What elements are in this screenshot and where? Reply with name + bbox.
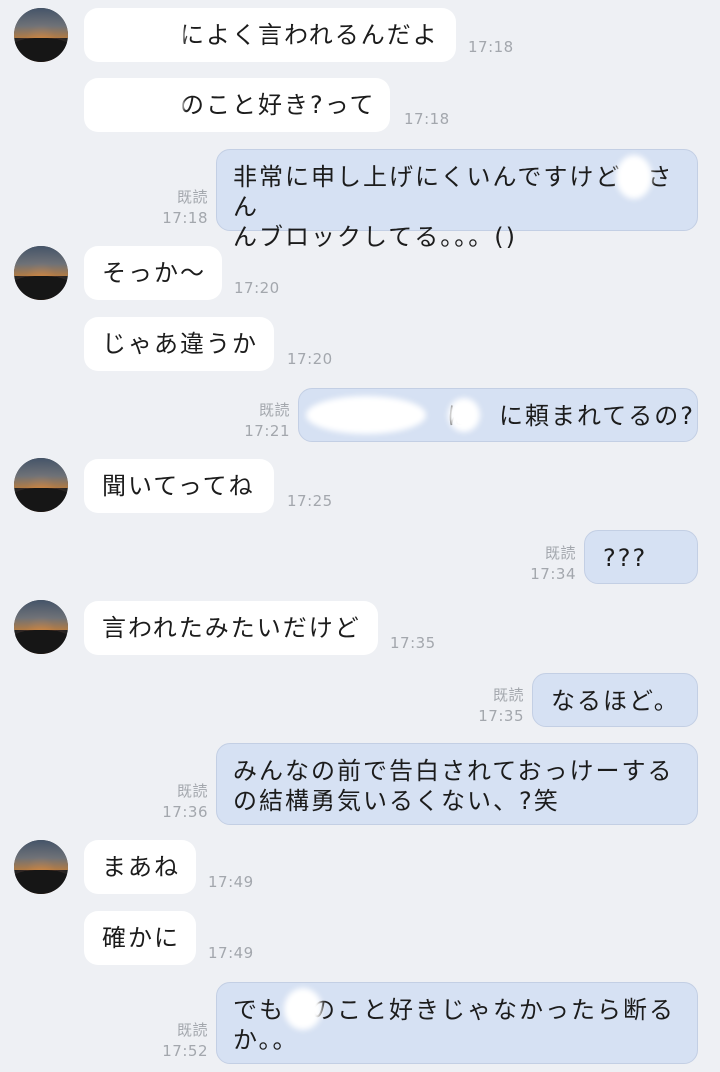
read-receipt: 既読 17:35	[478, 686, 524, 725]
message-text: じゃあ違うか	[102, 330, 258, 358]
message-bubble[interactable]: そっか〜	[84, 246, 222, 300]
message-text: 非常に申し上げにくいんですけど さん んブロックしてる。。。()	[233, 163, 674, 251]
redaction-mark	[616, 155, 652, 199]
redaction-mark	[448, 398, 480, 432]
message-time: 17:49	[208, 873, 254, 891]
message-time: 17:20	[287, 350, 333, 368]
message-bubble[interactable]: 確かに	[84, 911, 196, 965]
contact-avatar[interactable]	[14, 840, 68, 894]
message-bubble[interactable]: なるほど。	[532, 673, 698, 727]
message-time: 17:18	[404, 110, 450, 128]
message-time: 17:25	[287, 492, 333, 510]
message-text: ???	[603, 544, 648, 572]
message-time: 17:18	[468, 38, 514, 56]
redaction-mark	[284, 988, 322, 1030]
message-bubble[interactable]: みんなの前で告白されておっけーする の結構勇気いるくない、?笑	[216, 743, 698, 825]
message-time: 17:20	[234, 279, 280, 297]
message-text: なるほど。	[551, 687, 680, 715]
redaction-mark	[306, 396, 426, 434]
message-bubble[interactable]: 言われたみたいだけど	[84, 601, 378, 655]
message-text: みんなの前で告白されておっけーする の結構勇気いるくない、?笑	[233, 757, 674, 815]
read-receipt: 既読 17:34	[530, 544, 576, 583]
message-bubble[interactable]: ???	[584, 530, 698, 584]
read-receipt: 既読 17:36	[162, 782, 208, 821]
contact-avatar[interactable]	[14, 458, 68, 512]
redaction-mark	[98, 86, 184, 124]
redaction-mark	[100, 16, 184, 54]
message-time: 17:49	[208, 944, 254, 962]
message-bubble[interactable]: まあね	[84, 840, 196, 894]
contact-avatar[interactable]	[14, 246, 68, 300]
message-bubble[interactable]: じゃあ違うか	[84, 317, 274, 371]
message-time: 17:35	[390, 634, 436, 652]
read-receipt: 既読 17:18	[162, 188, 208, 227]
message-text: まあね	[102, 853, 180, 881]
read-receipt: 既読 17:21	[244, 401, 290, 440]
message-bubble[interactable]: 聞いてってね	[84, 459, 274, 513]
read-receipt: 既読 17:52	[162, 1021, 208, 1060]
message-text: 言われたみたいだけど	[102, 614, 361, 642]
message-text: そっか〜	[102, 259, 206, 287]
message-text: 確かに	[102, 924, 180, 952]
message-text: 聞いてってね	[102, 472, 255, 500]
contact-avatar[interactable]	[14, 8, 68, 62]
contact-avatar[interactable]	[14, 600, 68, 654]
